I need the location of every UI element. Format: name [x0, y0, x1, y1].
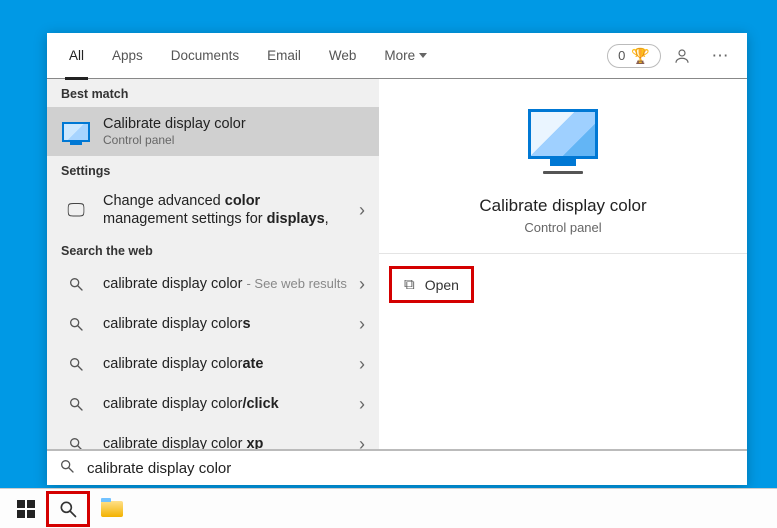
chevron-down-icon [419, 53, 427, 58]
result-title: Calibrate display color [103, 115, 369, 133]
tab-documents[interactable]: Documents [159, 33, 251, 78]
tab-email[interactable]: Email [255, 33, 313, 78]
open-icon: ⧉ [404, 276, 415, 293]
settings-result[interactable]: 🖵 Change advanced color management setti… [47, 184, 379, 236]
results-list: Best match Calibrate display color Contr… [47, 79, 379, 449]
search-icon [61, 312, 91, 336]
result-title: calibrate display color - See web result… [103, 275, 347, 293]
monitor-icon [61, 120, 91, 144]
search-tabs: All Apps Documents Email Web More 0 🏆 ⋯ [47, 33, 747, 79]
account-icon[interactable] [665, 39, 699, 73]
web-result[interactable]: calibrate display color - See web result… [47, 264, 379, 304]
search-icon [61, 272, 91, 296]
windows-search-panel: All Apps Documents Email Web More 0 🏆 ⋯ … [47, 33, 747, 485]
web-result[interactable]: calibrate display color xp › [47, 424, 379, 449]
search-icon [61, 432, 91, 449]
chevron-right-icon: › [359, 434, 369, 449]
display-settings-icon: 🖵 [61, 198, 91, 222]
preview-title: Calibrate display color [479, 196, 646, 216]
search-icon [59, 458, 75, 479]
result-title: calibrate display color xp [103, 435, 347, 449]
result-preview-pane: Calibrate display color Control panel ⧉ … [379, 79, 747, 449]
chevron-right-icon: › [359, 314, 369, 335]
best-match-header: Best match [47, 79, 379, 107]
search-input[interactable] [85, 459, 735, 478]
best-match-result[interactable]: Calibrate display color Control panel [47, 107, 379, 156]
chevron-right-icon: › [359, 274, 369, 295]
tab-more[interactable]: More [372, 33, 439, 78]
settings-header: Settings [47, 156, 379, 184]
search-web-header: Search the web [47, 236, 379, 264]
tab-all[interactable]: All [57, 33, 96, 78]
result-title: calibrate display colors [103, 315, 347, 333]
taskbar-search-button[interactable] [46, 491, 90, 527]
tab-web[interactable]: Web [317, 33, 369, 78]
taskbar [0, 488, 777, 528]
result-title: calibrate display colorate [103, 355, 347, 373]
start-button[interactable] [6, 489, 46, 528]
result-title: calibrate display color/click [103, 395, 347, 413]
tab-apps[interactable]: Apps [100, 33, 155, 78]
open-button[interactable]: ⧉ Open [389, 266, 474, 303]
file-explorer-button[interactable] [90, 489, 134, 528]
search-icon [61, 392, 91, 416]
chevron-right-icon: › [359, 354, 369, 375]
web-result[interactable]: calibrate display colors › [47, 304, 379, 344]
web-result[interactable]: calibrate display colorate › [47, 344, 379, 384]
windows-logo-icon [17, 500, 35, 518]
open-label: Open [425, 277, 459, 293]
search-icon [61, 352, 91, 376]
desktop: All Apps Documents Email Web More 0 🏆 ⋯ … [0, 0, 777, 528]
monitor-icon [528, 109, 598, 159]
chevron-right-icon: › [359, 394, 369, 415]
result-title: Change advanced color management setting… [103, 192, 347, 228]
preview-subtitle: Control panel [524, 220, 601, 235]
web-result[interactable]: calibrate display color/click › [47, 384, 379, 424]
more-options-icon[interactable]: ⋯ [703, 39, 737, 73]
result-subtitle: Control panel [103, 133, 369, 148]
trophy-icon: 🏆 [631, 47, 650, 65]
rewards-badge[interactable]: 0 🏆 [607, 44, 661, 68]
chevron-right-icon: › [359, 200, 369, 221]
rewards-count: 0 [618, 48, 625, 63]
folder-icon [101, 501, 123, 517]
search-box[interactable] [47, 449, 747, 485]
